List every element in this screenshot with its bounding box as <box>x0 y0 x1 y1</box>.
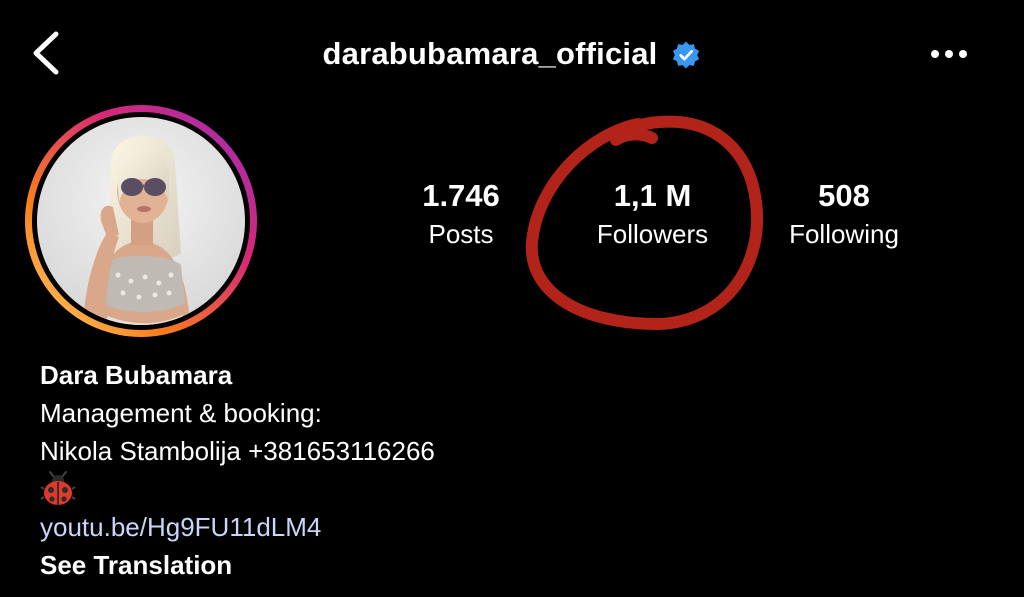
bio-link[interactable]: youtu.be/Hg9FU11dLM4 <box>40 508 740 546</box>
following-count: 508 <box>818 178 870 213</box>
followers-label: Followers <box>596 219 709 249</box>
profile-header: darabubamara_official <box>0 30 1024 78</box>
bio-line-contact: Nikola Stambolija +381653116266 <box>40 436 435 466</box>
bio-emoji-line <box>40 470 740 508</box>
more-horizontal-icon <box>931 50 967 58</box>
ladybug-icon <box>40 471 76 505</box>
profile-bio: Dara Bubamara Management & booking: Niko… <box>40 356 740 584</box>
more-options-button[interactable] <box>924 40 974 68</box>
posts-count: 1.746 <box>422 178 500 213</box>
posts-stat[interactable]: 1.746 Posts <box>400 176 522 252</box>
following-label: Following <box>789 219 899 249</box>
followers-count: 1,1 M <box>613 178 692 213</box>
verified-badge-icon <box>673 41 700 69</box>
following-stat[interactable]: 508 Following <box>770 176 918 252</box>
profile-name: Dara Bubamara <box>40 360 233 390</box>
followers-stat[interactable]: 1,1 M Followers <box>565 176 740 252</box>
username-title: darabubamara_official <box>322 36 658 71</box>
posts-label: Posts <box>428 219 494 249</box>
profile-stats: 1.746 Posts 1,1 M Followers 508 Followin… <box>0 176 1024 266</box>
bio-line-management: Management & booking: <box>40 398 322 428</box>
see-translation-button[interactable]: See Translation <box>40 546 740 584</box>
